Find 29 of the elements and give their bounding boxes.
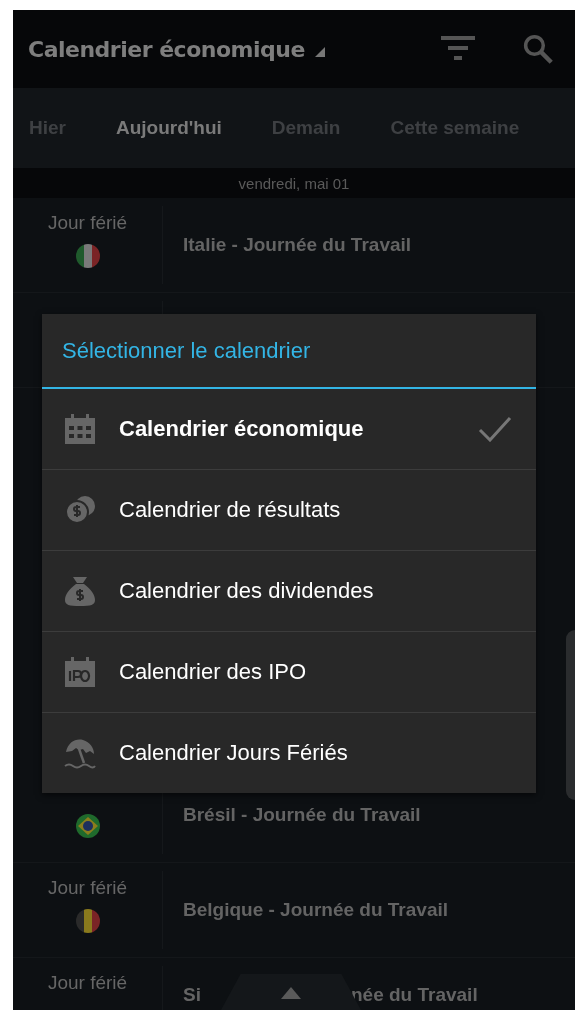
event-row[interactable]: Jour férié Italie - Journée du Travail <box>13 198 575 293</box>
money-bag-icon <box>63 574 97 608</box>
event-title: Belgique - Journée du Travail <box>183 899 448 921</box>
flag-icon <box>75 909 100 933</box>
calendar-option[interactable]: Calendrier des IPO <box>42 631 536 712</box>
calendar-option[interactable]: Calendrier des dividendes <box>42 550 536 631</box>
caret-icon <box>281 987 301 999</box>
tab[interactable]: Aujourd'hui <box>115 117 222 139</box>
event-type: Jour férié <box>47 877 128 899</box>
event-title: Si <box>183 984 201 1006</box>
dropdown-icon <box>314 46 325 57</box>
scroll-handle[interactable] <box>566 630 575 800</box>
event-type: Jour férié <box>47 972 128 994</box>
calendar-dropdown[interactable]: Calendrier économique <box>28 36 325 62</box>
calendar-icon <box>63 412 97 446</box>
ipo-calendar-icon <box>63 655 97 689</box>
event-title: Italie - Journée du Travail <box>183 234 412 256</box>
calendar-option[interactable]: Calendrier Jours Fériés <box>42 712 536 793</box>
flag-icon <box>75 814 100 838</box>
event-title: Brésil - Journée du Travail <box>183 804 421 826</box>
search-icon[interactable] <box>521 34 555 64</box>
event-row[interactable]: Jour férié Belgique - Journée du Travail <box>13 863 575 958</box>
calendar-option[interactable]: Calendrier de résultats <box>42 469 536 550</box>
check-icon <box>478 416 512 442</box>
dialog-title: Sélectionner le calendrier <box>42 314 536 389</box>
date-text: vendredi, mai 01 <box>238 174 350 192</box>
flag-icon <box>75 244 100 268</box>
calendar-option[interactable]: Calendrier économique <box>42 389 536 469</box>
event-type: Jour férié <box>47 212 128 234</box>
